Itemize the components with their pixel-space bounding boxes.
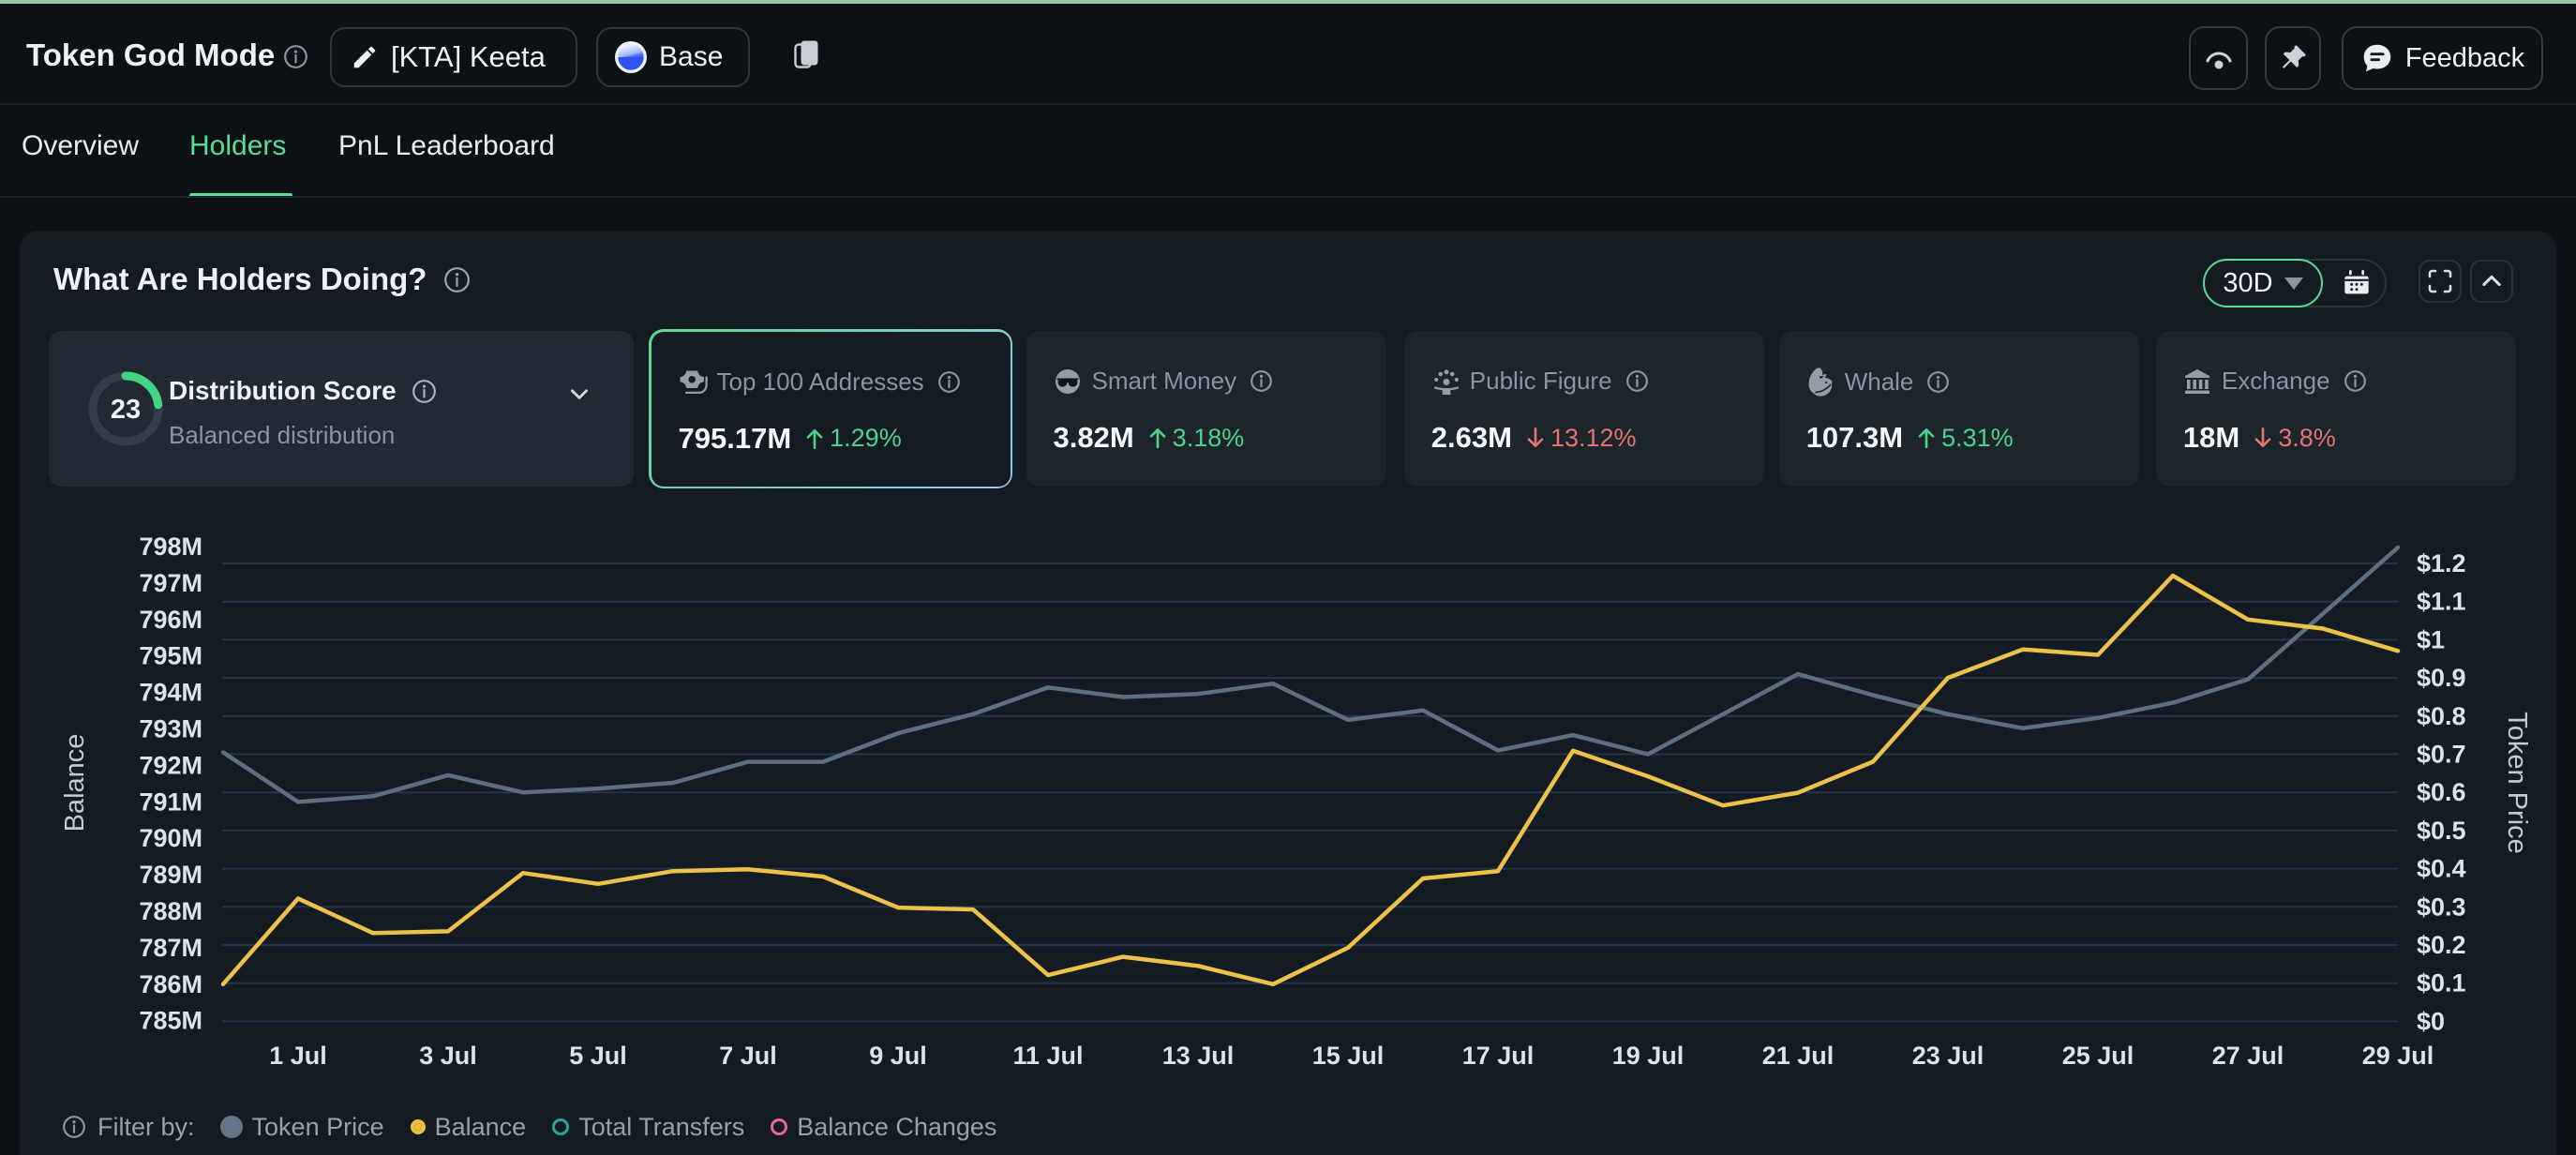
- svg-text:$0.2: $0.2: [2417, 931, 2466, 959]
- svg-text:23: 23: [111, 395, 141, 425]
- svg-text:791M: 791M: [139, 788, 202, 816]
- svg-text:$0.5: $0.5: [2417, 817, 2466, 845]
- svg-text:785M: 785M: [139, 1007, 202, 1035]
- svg-text:788M: 788M: [139, 897, 202, 925]
- svg-text:27 Jul: 27 Jul: [2212, 1042, 2284, 1070]
- svg-text:$0.4: $0.4: [2417, 855, 2466, 883]
- svg-text:3 Jul: 3 Jul: [419, 1042, 477, 1070]
- svg-text:792M: 792M: [139, 751, 202, 779]
- svg-text:795M: 795M: [139, 642, 202, 670]
- svg-text:$0.9: $0.9: [2417, 664, 2466, 692]
- svg-text:$0.1: $0.1: [2417, 969, 2466, 998]
- svg-text:29 Jul: 29 Jul: [2362, 1042, 2434, 1070]
- svg-text:17 Jul: 17 Jul: [1462, 1042, 1535, 1070]
- svg-text:23 Jul: 23 Jul: [1912, 1042, 1984, 1070]
- svg-text:793M: 793M: [139, 715, 202, 743]
- svg-text:$0.6: $0.6: [2417, 778, 2466, 806]
- svg-text:$1.1: $1.1: [2417, 588, 2466, 616]
- svg-text:$0.8: $0.8: [2417, 702, 2466, 730]
- svg-text:796M: 796M: [139, 606, 202, 634]
- svg-text:Balance: Balance: [60, 734, 90, 832]
- svg-text:798M: 798M: [139, 532, 202, 561]
- svg-text:15 Jul: 15 Jul: [1312, 1042, 1385, 1070]
- svg-text:9 Jul: 9 Jul: [869, 1042, 927, 1070]
- svg-text:$1: $1: [2417, 625, 2445, 653]
- svg-text:Token Price: Token Price: [2502, 712, 2532, 854]
- svg-text:21 Jul: 21 Jul: [1762, 1042, 1835, 1070]
- svg-text:$0.7: $0.7: [2417, 741, 2466, 769]
- svg-text:787M: 787M: [139, 934, 202, 962]
- svg-text:794M: 794M: [139, 679, 202, 707]
- svg-text:789M: 789M: [139, 861, 202, 889]
- svg-text:$0.3: $0.3: [2417, 892, 2466, 921]
- svg-text:5 Jul: 5 Jul: [569, 1042, 627, 1070]
- svg-text:$0: $0: [2417, 1007, 2445, 1035]
- svg-text:19 Jul: 19 Jul: [1612, 1042, 1685, 1070]
- svg-text:11 Jul: 11 Jul: [1012, 1042, 1083, 1070]
- svg-text:$1.2: $1.2: [2417, 549, 2466, 578]
- svg-text:1 Jul: 1 Jul: [269, 1042, 327, 1070]
- svg-text:797M: 797M: [139, 569, 202, 597]
- svg-text:7 Jul: 7 Jul: [719, 1042, 777, 1070]
- svg-text:790M: 790M: [139, 824, 202, 852]
- svg-text:13 Jul: 13 Jul: [1162, 1042, 1235, 1070]
- svg-text:786M: 786M: [139, 970, 202, 998]
- svg-text:25 Jul: 25 Jul: [2062, 1042, 2134, 1070]
